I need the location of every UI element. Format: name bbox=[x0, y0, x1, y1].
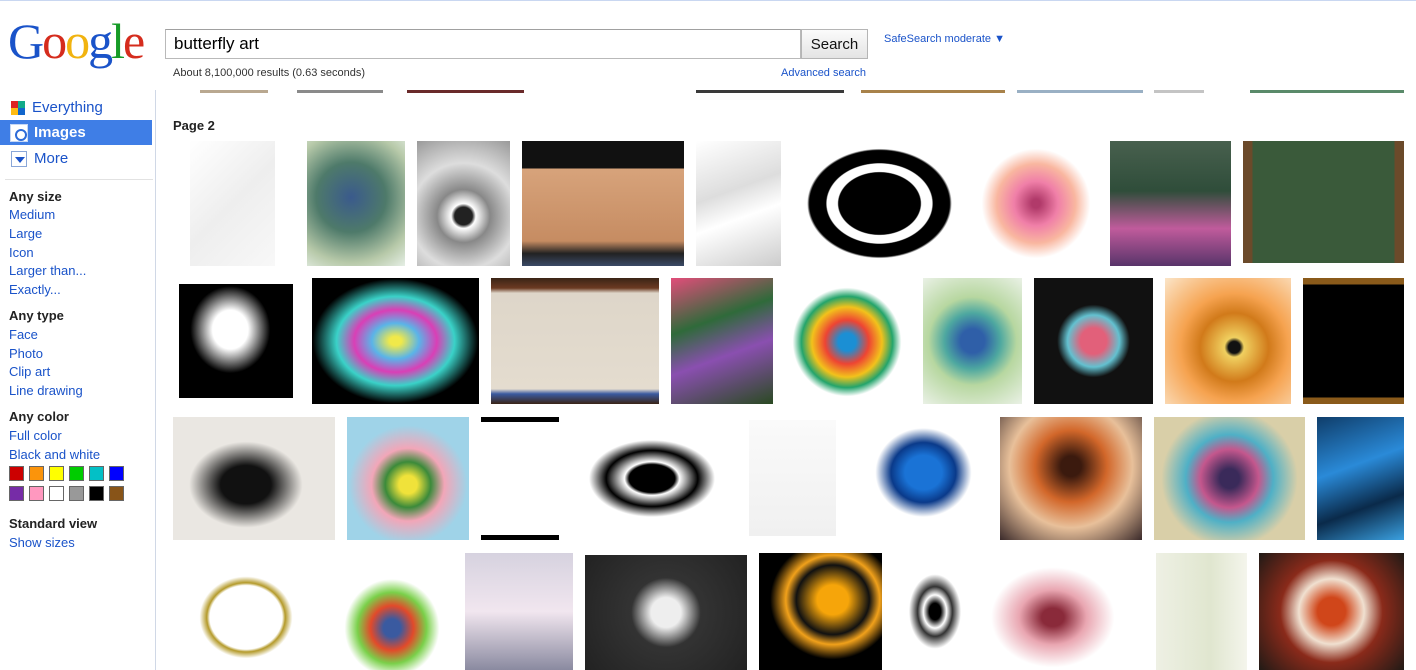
thumbnail-edge bbox=[861, 90, 1005, 93]
facet-size-medium[interactable]: Medium bbox=[9, 207, 55, 222]
image-thumbnail[interactable] bbox=[585, 555, 747, 670]
image-thumbnail[interactable] bbox=[1259, 553, 1404, 670]
image-thumbnail[interactable] bbox=[465, 553, 573, 670]
thumbnail-edge bbox=[407, 90, 524, 93]
search-input[interactable] bbox=[166, 30, 800, 58]
logo-letter: g bbox=[88, 13, 113, 69]
color-swatch[interactable] bbox=[109, 466, 124, 481]
search-box bbox=[165, 29, 801, 59]
image-thumbnail[interactable] bbox=[1303, 278, 1404, 404]
left-sidebar: Everything Images More Any size Medium L… bbox=[0, 90, 156, 670]
image-thumbnail[interactable] bbox=[1243, 141, 1404, 263]
nav-label: Images bbox=[34, 124, 86, 141]
top-border bbox=[0, 0, 1416, 3]
logo-letter: o bbox=[65, 13, 90, 69]
thumbnail-edge bbox=[1250, 90, 1404, 93]
image-thumbnail[interactable] bbox=[312, 278, 479, 404]
color-swatch[interactable] bbox=[49, 486, 64, 501]
color-swatch[interactable] bbox=[89, 486, 104, 501]
logo-letter: G bbox=[8, 13, 44, 69]
color-swatch[interactable] bbox=[109, 486, 124, 501]
image-thumbnail[interactable] bbox=[671, 278, 773, 404]
image-thumbnail[interactable] bbox=[749, 420, 836, 536]
facet-type-face[interactable]: Face bbox=[9, 327, 38, 342]
thumbnail-edge bbox=[1154, 90, 1204, 93]
image-thumbnail[interactable] bbox=[417, 141, 510, 266]
facet-color-heading[interactable]: Any color bbox=[9, 409, 69, 424]
image-thumbnail[interactable] bbox=[481, 417, 559, 540]
image-thumbnail[interactable] bbox=[1317, 417, 1404, 540]
facet-size-icon[interactable]: Icon bbox=[9, 245, 34, 260]
color-swatch[interactable] bbox=[89, 466, 104, 481]
nav-images[interactable]: Images bbox=[0, 120, 152, 145]
color-swatch[interactable] bbox=[29, 466, 44, 481]
image-thumbnail[interactable] bbox=[797, 141, 962, 266]
image-thumbnail[interactable] bbox=[923, 278, 1022, 404]
facet-type-photo[interactable]: Photo bbox=[9, 346, 43, 361]
color-swatch[interactable] bbox=[29, 486, 44, 501]
facet-type-line-drawing[interactable]: Line drawing bbox=[9, 383, 83, 398]
logo-letter: o bbox=[42, 13, 67, 69]
logo-letter: e bbox=[123, 13, 145, 69]
image-thumbnail[interactable] bbox=[1154, 417, 1305, 540]
safesearch-dropdown[interactable]: SafeSearch moderate ▼ bbox=[884, 33, 1005, 45]
image-thumbnail[interactable] bbox=[696, 141, 781, 266]
show-sizes-link[interactable]: Show sizes bbox=[9, 535, 75, 550]
facet-type-clip-art[interactable]: Clip art bbox=[9, 364, 50, 379]
logo-letter: l bbox=[111, 13, 125, 69]
image-thumbnail[interactable] bbox=[522, 141, 684, 266]
image-thumbnail[interactable] bbox=[1034, 278, 1153, 404]
image-thumbnail[interactable] bbox=[1156, 553, 1247, 670]
more-icon bbox=[11, 150, 27, 167]
results-stats: About 8,100,000 results (0.63 seconds) bbox=[173, 67, 366, 79]
google-logo[interactable]: Google bbox=[8, 16, 148, 70]
thumbnail-edge bbox=[200, 90, 268, 93]
search-button[interactable]: Search bbox=[801, 29, 868, 59]
facet-size-exactly[interactable]: Exactly... bbox=[9, 282, 61, 297]
facet-view-heading: Standard view bbox=[9, 516, 98, 531]
image-thumbnail[interactable] bbox=[1000, 417, 1142, 540]
color-swatch[interactable] bbox=[49, 466, 64, 481]
image-thumbnail[interactable] bbox=[307, 141, 405, 266]
thumbnail-edge bbox=[1017, 90, 1143, 93]
image-thumbnail[interactable] bbox=[1110, 141, 1231, 266]
image-thumbnail[interactable] bbox=[785, 280, 909, 404]
everything-icon bbox=[11, 100, 25, 115]
image-thumbnail[interactable] bbox=[759, 553, 882, 670]
image-thumbnail[interactable] bbox=[894, 553, 976, 670]
facet-color-bw[interactable]: Black and white bbox=[9, 447, 100, 462]
image-thumbnail[interactable] bbox=[173, 417, 335, 540]
image-thumbnail[interactable] bbox=[179, 284, 293, 398]
facet-type-heading[interactable]: Any type bbox=[9, 308, 64, 323]
thumbnail-edge bbox=[696, 90, 844, 93]
sidebar-divider bbox=[5, 179, 153, 180]
thumbnail-edge bbox=[297, 90, 383, 93]
image-thumbnail[interactable] bbox=[331, 565, 453, 670]
nav-everything[interactable]: Everything bbox=[0, 95, 152, 120]
color-swatch[interactable] bbox=[9, 466, 24, 481]
nav-label: More bbox=[34, 150, 69, 167]
image-thumbnail[interactable] bbox=[988, 553, 1132, 670]
facet-size-large[interactable]: Large bbox=[9, 226, 42, 241]
image-thumbnail[interactable] bbox=[173, 553, 319, 670]
images-icon bbox=[10, 123, 28, 142]
image-thumbnail[interactable] bbox=[190, 141, 275, 266]
facet-color-full[interactable]: Full color bbox=[9, 428, 62, 443]
image-thumbnail[interactable] bbox=[571, 429, 733, 528]
facet-size-larger-than[interactable]: Larger than... bbox=[9, 263, 86, 278]
nav-label: Everything bbox=[32, 99, 103, 116]
color-swatch[interactable] bbox=[69, 466, 84, 481]
image-thumbnail[interactable] bbox=[858, 423, 977, 533]
facet-size-heading[interactable]: Any size bbox=[9, 189, 62, 204]
advanced-search-link[interactable]: Advanced search bbox=[781, 67, 866, 79]
page-label: Page 2 bbox=[173, 118, 215, 133]
nav-more[interactable]: More bbox=[0, 146, 152, 171]
image-thumbnail[interactable] bbox=[347, 417, 469, 540]
image-thumbnail[interactable] bbox=[974, 141, 1098, 266]
color-swatch[interactable] bbox=[69, 486, 84, 501]
color-swatch[interactable] bbox=[9, 486, 24, 501]
image-thumbnail[interactable] bbox=[1165, 278, 1291, 404]
image-thumbnail[interactable] bbox=[491, 278, 659, 404]
